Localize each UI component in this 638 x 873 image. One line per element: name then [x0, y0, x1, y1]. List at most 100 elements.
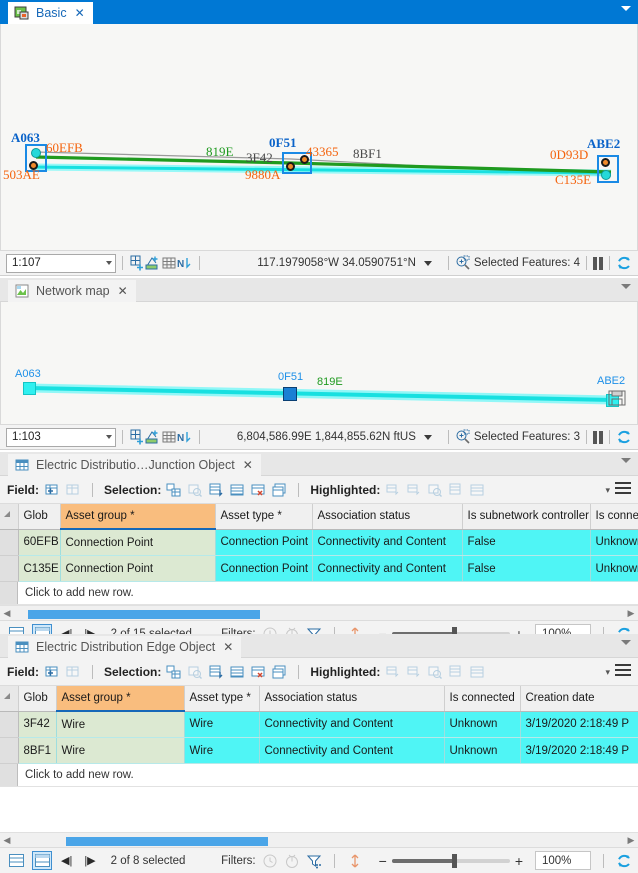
scroll-right-icon[interactable]: ▶ — [624, 835, 638, 846]
row-header-corner[interactable] — [0, 686, 18, 711]
junction-add-new-row[interactable]: Click to add new row. — [0, 582, 638, 605]
table-row[interactable]: C135E Connection Point Connection Point … — [0, 556, 638, 582]
cell-globalid[interactable]: 3F42 — [18, 711, 56, 738]
scroll-right-icon[interactable]: ▶ — [624, 608, 638, 619]
table-view-button[interactable] — [6, 851, 26, 870]
cell-asset-group[interactable]: Wire — [56, 711, 184, 738]
grid-icon[interactable] — [161, 255, 177, 271]
switch-selection-icon[interactable] — [208, 482, 224, 498]
cell-is-connected[interactable]: Unknown — [444, 738, 520, 764]
junction-tabstrip-overflow-icon[interactable] — [621, 458, 631, 463]
select-by-attributes-icon[interactable] — [166, 664, 182, 680]
row-header-corner[interactable] — [0, 504, 18, 529]
zoom-slider[interactable]: − + — [379, 854, 523, 868]
hamburger-menu-icon[interactable] — [615, 664, 631, 679]
refresh-icon[interactable] — [616, 853, 632, 869]
tab-network-map-close-icon[interactable]: ✕ — [116, 285, 128, 297]
column-header-is-subnetwork-controller[interactable]: Is subnetwork controller — [462, 504, 590, 529]
network-node-0f51[interactable] — [283, 387, 297, 401]
column-header-is-connected[interactable]: Is connected — [444, 686, 520, 711]
scroll-thumb[interactable] — [28, 610, 260, 619]
zoom-slider-track[interactable] — [392, 859, 510, 863]
cell-globalid[interactable]: 60EFB — [18, 529, 60, 556]
cell-is-connected[interactable]: Unknown — [590, 529, 638, 556]
column-header-is-connected[interactable]: Is connect — [590, 504, 638, 529]
cell-is-subnetwork-controller[interactable]: False — [462, 556, 590, 582]
grid-icon[interactable] — [161, 429, 177, 445]
tab-edge-object[interactable]: Electric Distribution Edge Object ✕ — [8, 636, 241, 658]
column-header-association-status[interactable]: Association status — [259, 686, 444, 711]
cell-asset-type[interactable]: Connection Point — [215, 556, 312, 582]
cell-asset-type[interactable]: Connection Point — [215, 529, 312, 556]
cell-globalid[interactable]: 8BF1 — [18, 738, 56, 764]
column-header-globalid[interactable]: Glob — [18, 504, 60, 529]
zoom-in-button[interactable]: + — [515, 854, 523, 868]
pause-drawing-icon[interactable] — [593, 431, 603, 444]
tab-edge-close-icon[interactable]: ✕ — [221, 641, 233, 653]
scroll-left-icon[interactable]: ◀ — [0, 835, 14, 846]
table-row[interactable]: 8BF1 Wire Wire Connectivity and Content … — [0, 738, 638, 764]
column-header-asset-group[interactable]: Asset group * — [60, 504, 215, 529]
add-field-icon[interactable] — [44, 482, 60, 498]
cell-asset-type[interactable]: Wire — [184, 738, 259, 764]
scroll-track[interactable] — [14, 608, 624, 618]
cell-is-connected[interactable]: Unknown — [444, 711, 520, 738]
tab-junction-object[interactable]: Electric Distributio…Junction Object ✕ — [8, 454, 261, 476]
pause-drawing-icon[interactable] — [593, 257, 603, 270]
north-arrow-icon[interactable]: N — [177, 255, 193, 271]
zoom-slider-thumb[interactable] — [452, 854, 457, 868]
cell-asset-group[interactable]: Connection Point — [60, 556, 215, 582]
switch-selection-icon[interactable] — [208, 664, 224, 680]
basic-tabstrip-overflow-icon[interactable] — [621, 6, 631, 11]
save-network-diagram-icon[interactable] — [607, 388, 627, 408]
select-all-icon[interactable] — [229, 664, 245, 680]
add-grid-icon[interactable] — [129, 429, 145, 445]
clear-selection-icon[interactable] — [250, 482, 266, 498]
cell-is-connected[interactable]: Unknown — [590, 556, 638, 582]
cell-is-subnetwork-controller[interactable]: False — [462, 529, 590, 556]
hamburger-menu-icon[interactable] — [615, 482, 631, 497]
table-row[interactable]: 60EFB Connection Point Connection Point … — [0, 529, 638, 556]
junction-symbol-60efb[interactable] — [31, 148, 41, 158]
tab-junction-close-icon[interactable]: ✕ — [241, 459, 253, 471]
cell-globalid[interactable]: C135E — [18, 556, 60, 582]
tab-basic-close-icon[interactable]: ✕ — [73, 7, 85, 19]
junction-symbol-9880a[interactable] — [286, 162, 295, 171]
coordinate-format-chevron-icon[interactable] — [424, 435, 432, 440]
cell-creation-date[interactable]: 3/19/2020 2:18:49 P — [520, 711, 638, 738]
network-node-a063[interactable] — [23, 382, 36, 395]
edge-tabstrip-overflow-icon[interactable] — [621, 640, 631, 645]
add-selection-icon[interactable] — [145, 255, 161, 271]
toolbar-overflow-icon[interactable]: ▾ — [605, 485, 610, 496]
copy-selection-icon[interactable] — [271, 482, 287, 498]
next-record-button[interactable]: |▶ — [81, 854, 98, 867]
coordinate-format-chevron-icon[interactable] — [424, 261, 432, 266]
select-by-attributes-icon[interactable] — [166, 482, 182, 498]
add-selection-icon[interactable] — [145, 429, 161, 445]
network-tabstrip-overflow-icon[interactable] — [621, 284, 631, 289]
scale-selector-network[interactable]: 1:103 — [6, 428, 116, 447]
copy-selection-icon[interactable] — [271, 664, 287, 680]
row-selector[interactable] — [0, 556, 18, 582]
refresh-icon[interactable] — [616, 255, 632, 271]
cell-association-status[interactable]: Connectivity and Content — [312, 556, 462, 582]
edge-horizontal-scrollbar[interactable]: ◀ ▶ — [0, 832, 638, 847]
junction-symbol-c135e[interactable] — [601, 170, 611, 180]
row-selector[interactable] — [0, 711, 18, 738]
cell-association-status[interactable]: Connectivity and Content — [259, 711, 444, 738]
row-selector[interactable] — [0, 529, 18, 556]
tab-network-map[interactable]: Network map ✕ — [8, 280, 136, 302]
toolbar-overflow-icon[interactable]: ▾ — [605, 667, 610, 678]
network-map-canvas[interactable]: A063 0F51 819E ABE2 — [0, 302, 638, 424]
column-header-asset-group[interactable]: Asset group * — [56, 686, 184, 711]
cell-association-status[interactable]: Connectivity and Content — [259, 738, 444, 764]
column-header-association-status[interactable]: Association status — [312, 504, 462, 529]
edge-add-new-row[interactable]: Click to add new row. — [0, 764, 638, 787]
filter-icon[interactable] — [306, 853, 322, 869]
zoom-selected-icon[interactable] — [455, 255, 471, 271]
cell-association-status[interactable]: Connectivity and Content — [312, 529, 462, 556]
cell-creation-date[interactable]: 3/19/2020 2:18:49 P — [520, 738, 638, 764]
column-header-creation-date[interactable]: Creation date — [520, 686, 638, 711]
column-header-asset-type[interactable]: Asset type * — [184, 686, 259, 711]
junction-symbol-0d93d[interactable] — [601, 158, 610, 167]
